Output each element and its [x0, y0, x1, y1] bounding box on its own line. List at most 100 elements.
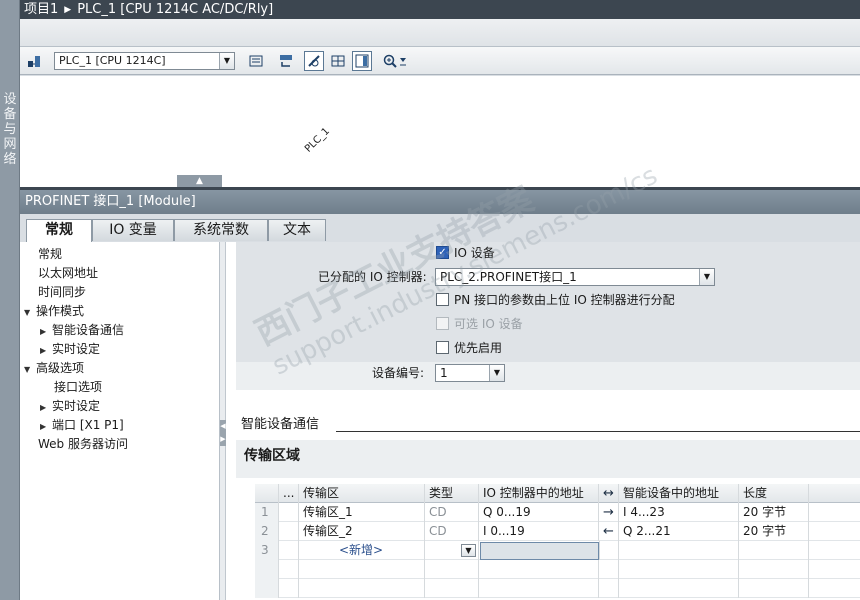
- device-overview-icon[interactable]: [246, 51, 266, 71]
- header-dots[interactable]: ...: [279, 484, 299, 503]
- row-length[interactable]: 20 字节: [739, 503, 809, 522]
- property-nav-tree: 常规 以太网地址 时间同步 ▼ 操作模式 ▶ 智能设备通信 ▶ 实时设定 ▼ 高级选项 …: [20, 242, 220, 600]
- table-empty-row: [255, 560, 860, 579]
- transfer-area-title: 传输区域: [244, 448, 300, 464]
- row-area[interactable]: 传输区_2: [299, 522, 425, 541]
- new-controller-address-field[interactable]: [480, 542, 599, 560]
- breadcrumb-separator-icon: ▶: [64, 5, 72, 15]
- nav-item-advanced-options[interactable]: ▼ 高级选项: [24, 359, 84, 378]
- row-controller-address[interactable]: Q 0...19: [479, 503, 599, 522]
- row-empty: [809, 579, 860, 598]
- row-arrow-empty: [599, 579, 619, 598]
- row-device-address[interactable]: Q 2...21: [619, 522, 739, 541]
- grid-icon[interactable]: [328, 51, 348, 71]
- editor-title-bar: 项目1 ▶ PLC_1 [CPU 1214C AC/DC/Rly]: [20, 0, 860, 19]
- device-number-value: 1: [440, 366, 448, 380]
- row-empty: [809, 522, 860, 541]
- tab-io-tags[interactable]: IO 变量: [92, 219, 174, 241]
- zoom-dropdown-icon[interactable]: [396, 51, 410, 71]
- devices-networks-label: 设备与网络: [3, 92, 17, 167]
- expanded-triangle-icon[interactable]: ▼: [24, 360, 36, 379]
- header-type[interactable]: 类型: [425, 484, 479, 503]
- row-number: 3: [255, 541, 279, 560]
- plc-device-label[interactable]: PLC_1: [303, 126, 332, 155]
- header-device-address[interactable]: 智能设备中的地址: [619, 484, 739, 503]
- tab-texts[interactable]: 文本: [268, 219, 326, 241]
- nav-item-idevice-comm[interactable]: ▶ 智能设备通信: [40, 321, 124, 340]
- assigned-controller-select[interactable]: PLC_2.PROFINET接口_1 ▼: [435, 268, 715, 286]
- pn-param-checkbox[interactable]: [436, 293, 449, 306]
- collapse-handle-icon[interactable]: ▲: [177, 175, 222, 187]
- show-names-icon[interactable]: [276, 51, 296, 71]
- priority-startup-checkbox[interactable]: [436, 341, 449, 354]
- chevron-down-icon[interactable]: ▼: [219, 53, 234, 69]
- row-type-empty: [425, 560, 479, 579]
- io-device-label: IO 设备: [454, 246, 495, 260]
- table-new-row[interactable]: 3 <新增> ▼: [255, 541, 860, 560]
- row-area-empty: [299, 579, 425, 598]
- collapsed-triangle-icon[interactable]: ▶: [40, 322, 52, 341]
- breadcrumb-device[interactable]: PLC_1 [CPU 1214C AC/DC/Rly]: [77, 2, 273, 17]
- row-device-address[interactable]: I 4...23: [619, 503, 739, 522]
- row-number: 1: [255, 503, 279, 522]
- chevron-down-icon[interactable]: ▼: [489, 365, 504, 381]
- nav-item-realtime-settings[interactable]: ▶ 实时设定: [40, 340, 100, 359]
- table-row[interactable]: 2 传输区_2 CD I 0...19 ← Q 2...21 20 字节: [255, 522, 860, 541]
- nav-item-port[interactable]: ▶ 端口 [X1 P1]: [40, 416, 124, 435]
- arrow-right-icon[interactable]: →: [599, 503, 619, 522]
- tab-general[interactable]: 常规: [26, 219, 92, 242]
- row-controller-empty: [479, 560, 599, 579]
- row-area-empty: [299, 560, 425, 579]
- header-empty: [809, 484, 860, 503]
- header-controller-address[interactable]: IO 控制器中的地址: [479, 484, 599, 503]
- row-controller-empty: [479, 579, 599, 598]
- assigned-controller-value: PLC_2.PROFINET接口_1: [440, 270, 577, 284]
- row-type[interactable]: CD: [425, 503, 479, 522]
- row-device-empty: [619, 579, 739, 598]
- breadcrumb-project[interactable]: 项目1: [24, 2, 58, 17]
- section-divider: [336, 431, 860, 432]
- nav-item-realtime-settings-advanced[interactable]: ▶ 实时设定: [40, 397, 100, 416]
- chevron-down-icon[interactable]: ▼: [461, 544, 476, 557]
- title-shadow-bar: [20, 19, 860, 47]
- table-row[interactable]: 1 传输区_1 CD Q 0...19 → I 4...23 20 字节: [255, 503, 860, 522]
- operation-mode-panel: [236, 242, 860, 390]
- row-arrow-empty: [599, 541, 619, 560]
- row-arrow-empty: [599, 560, 619, 579]
- row-type[interactable]: CD: [425, 522, 479, 541]
- nav-item-interface-options[interactable]: 接口选项: [54, 378, 102, 397]
- arrow-left-icon[interactable]: ←: [599, 522, 619, 541]
- device-canvas[interactable]: PLC_1 ▲: [20, 76, 860, 187]
- row-device-empty: [619, 541, 739, 560]
- expanded-triangle-icon[interactable]: ▼: [24, 303, 36, 322]
- row-controller-address[interactable]: I 0...19: [479, 522, 599, 541]
- row-length-empty: [739, 560, 809, 579]
- nav-item-ethernet-address[interactable]: 以太网地址: [38, 264, 98, 283]
- header-area[interactable]: 传输区: [299, 484, 425, 503]
- inspector-tabs: 常规 IO 变量 系统常数 文本: [20, 214, 860, 242]
- row-empty: [809, 541, 860, 560]
- device-tree-icon[interactable]: [24, 51, 44, 71]
- tab-system-constants[interactable]: 系统常数: [174, 219, 268, 241]
- collapsed-triangle-icon[interactable]: ▶: [40, 398, 52, 417]
- header-length[interactable]: 长度: [739, 484, 809, 503]
- nav-item-time-sync[interactable]: 时间同步: [38, 283, 86, 302]
- row-area[interactable]: 传输区_1: [299, 503, 425, 522]
- io-device-checkbox[interactable]: ✓: [436, 246, 449, 259]
- devices-networks-strip[interactable]: 设备与网络: [0, 0, 20, 600]
- row-length[interactable]: 20 字节: [739, 522, 809, 541]
- collapsed-triangle-icon[interactable]: ▶: [40, 341, 52, 360]
- split-view-icon[interactable]: [352, 51, 372, 71]
- add-new-entry[interactable]: <新增>: [299, 541, 425, 560]
- row-number: 2: [255, 522, 279, 541]
- chevron-down-icon[interactable]: ▼: [699, 269, 714, 285]
- priority-startup-label: 优先启用: [454, 341, 503, 355]
- device-select[interactable]: PLC_1 [CPU 1214C] ▼: [54, 52, 235, 70]
- row-dots: [279, 541, 299, 560]
- view-mode-icon[interactable]: [304, 51, 324, 71]
- nav-item-web-server[interactable]: Web 服务器访问: [38, 435, 128, 454]
- nav-item-operation-mode[interactable]: ▼ 操作模式: [24, 302, 84, 321]
- nav-item-general[interactable]: 常规: [38, 245, 62, 264]
- device-number-select[interactable]: 1 ▼: [435, 364, 505, 382]
- collapsed-triangle-icon[interactable]: ▶: [40, 417, 52, 436]
